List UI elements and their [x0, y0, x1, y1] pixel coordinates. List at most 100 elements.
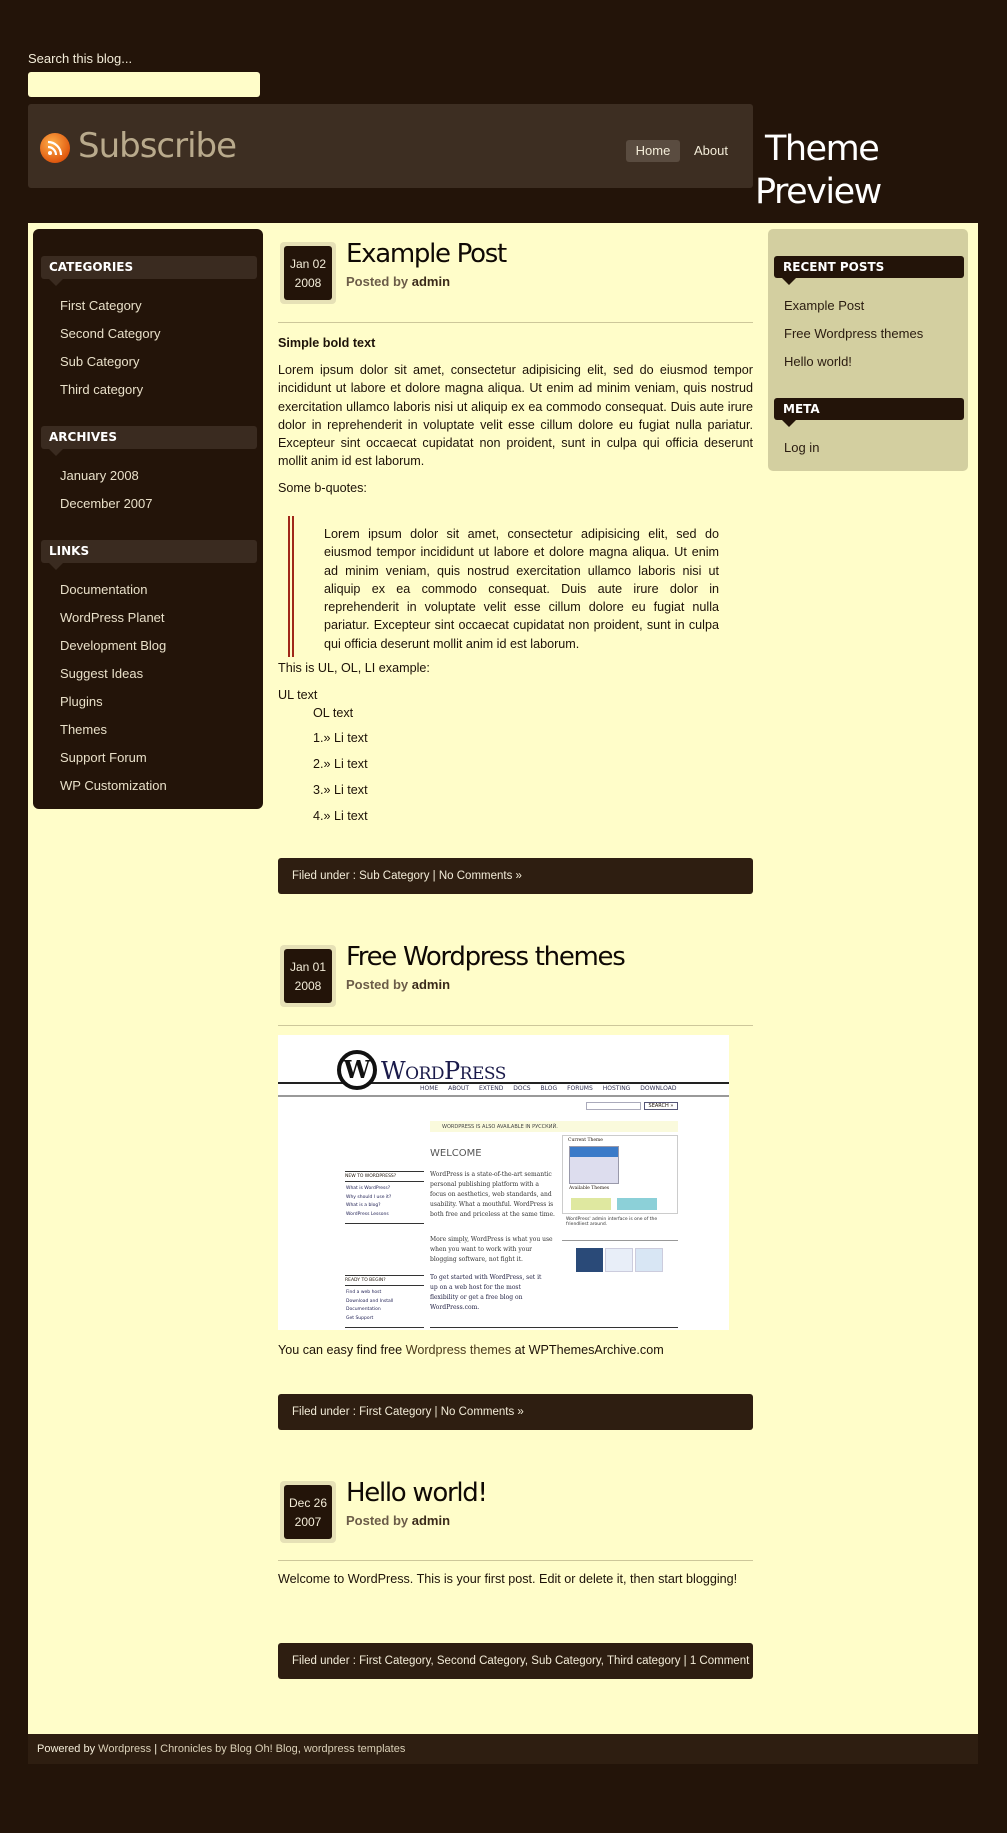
subscribe-link[interactable]: Subscribe	[78, 126, 237, 166]
byline-label: Posted by	[346, 274, 409, 289]
separator: |	[151, 1743, 161, 1755]
list-item: 1.» Li text	[313, 731, 368, 745]
list-item: 4.» Li text	[313, 809, 368, 823]
category-link[interactable]: Sub Category	[60, 354, 140, 369]
category-link[interactable]: Third category	[607, 1655, 681, 1667]
blockquote: Lorem ipsum dolor sit amet, consectetur …	[288, 516, 751, 658]
wp-banner: WORDPRESS IS ALSO AVAILABLE IN РУССКИЙ.	[430, 1121, 678, 1132]
ol-text: OL text	[313, 706, 354, 720]
site-title-line2: Preview	[755, 172, 882, 212]
post-footer: Filed under : Sub Category | No Comments…	[278, 858, 753, 894]
date-month-day: Jan 02	[289, 257, 327, 271]
category-link[interactable]: Third category	[60, 382, 143, 397]
date-year: 2008	[294, 276, 322, 290]
post-date: Jan 02 2008	[280, 242, 336, 304]
powered-by: Powered by	[37, 1743, 99, 1755]
comments-link[interactable]: No Comments »	[439, 870, 522, 882]
category-link[interactable]: First Category	[359, 1406, 431, 1418]
wp-new-title: NEW TO WORDPRESS?	[345, 1171, 424, 1182]
category-link[interactable]: Second Category	[60, 326, 160, 341]
wp-caption: WordPress' admin interface is one of the…	[566, 1217, 658, 1227]
nav-about[interactable]: About	[694, 140, 728, 162]
links-heading: LINKS	[41, 540, 257, 570]
divider	[278, 322, 753, 323]
recent-posts-heading: RECENT POSTS	[774, 256, 964, 285]
post-title[interactable]: Hello world!	[346, 1478, 488, 1508]
divider	[278, 1560, 753, 1561]
right-sidebar: RECENT POSTS Example Post Free Wordpress…	[768, 229, 968, 471]
post-text: You can easy find free Wordpress themes …	[278, 1343, 664, 1357]
recent-post-link[interactable]: Example Post	[784, 298, 864, 313]
wp-welcome: WELCOME	[430, 1148, 482, 1159]
comments-link[interactable]: No Comments »	[441, 1406, 524, 1418]
post-footer: Filed under : First Category, Second Cat…	[278, 1643, 753, 1679]
author-link[interactable]: admin	[412, 1513, 450, 1528]
blogroll-link[interactable]: WordPress Planet	[60, 610, 165, 625]
wp-more: More simply, WordPress is what you use w…	[430, 1236, 553, 1263]
date-month-day: Jan 01	[289, 960, 327, 974]
date-year: 2008	[294, 979, 322, 993]
post-date: Dec 26 2007	[280, 1481, 336, 1543]
author-link[interactable]: admin	[412, 977, 450, 992]
site-footer: Powered by Wordpress | Chronicles by Blo…	[28, 1734, 978, 1764]
blogroll-link[interactable]: Documentation	[60, 582, 147, 597]
category-link[interactable]: Sub Category	[359, 870, 429, 882]
recent-post-link[interactable]: Hello world!	[784, 354, 852, 369]
wordpress-logo-icon: W	[337, 1050, 377, 1090]
archive-link[interactable]: December 2007	[60, 496, 153, 511]
login-link[interactable]: Log in	[784, 440, 819, 455]
bold-text: Simple bold text	[278, 336, 376, 350]
post-title[interactable]: Free Wordpress themes	[346, 942, 626, 972]
wp-ready-links: Find a web host Download and Install Docum…	[346, 1290, 394, 1321]
wordpress-link[interactable]: Wordpress	[98, 1743, 151, 1755]
post-byline: Posted by admin	[346, 274, 450, 289]
site-title-line1: Theme	[765, 129, 880, 169]
wp-logo-text: WordPress	[381, 1057, 506, 1085]
nav-home[interactable]: Home	[626, 140, 680, 162]
wordpress-screenshot-image: W WordPress HOME ABOUT EXTEND DOCS BLOG …	[278, 1035, 729, 1330]
blogroll-link[interactable]: Plugins	[60, 694, 103, 709]
post-footer: Filed under : First Category | No Commen…	[278, 1394, 753, 1430]
comments-link[interactable]: 1 Comment »	[690, 1655, 753, 1667]
post-title[interactable]: Example Post	[346, 239, 507, 269]
themes-link[interactable]: Wordpress themes	[406, 1343, 511, 1357]
templates-link[interactable]: wordpress templates	[304, 1743, 406, 1755]
post-date: Jan 01 2008	[280, 945, 336, 1007]
separator: |	[680, 1655, 690, 1667]
date-month-day: Dec 26	[288, 1496, 328, 1510]
category-link[interactable]: First Category	[60, 298, 142, 313]
recent-post-link[interactable]: Free Wordpress themes	[784, 326, 923, 341]
site-title[interactable]: Theme Preview	[755, 128, 882, 214]
category-link[interactable]: Sub Category	[531, 1655, 600, 1667]
categories-heading: CATEGORIES	[41, 256, 257, 286]
wp-search-btn: SEARCH »	[644, 1102, 678, 1110]
post-paragraph: Welcome to WordPress. This is your first…	[278, 1572, 738, 1586]
post-paragraph: Lorem ipsum dolor sit amet, consectetur …	[278, 363, 753, 469]
wp-admin-preview: Current Theme Available Themes	[562, 1135, 678, 1214]
blogroll-link[interactable]: Development Blog	[60, 638, 166, 653]
author-link[interactable]: admin	[412, 274, 450, 289]
wp-start: To get started with WordPress, set it up…	[430, 1274, 542, 1311]
meta-heading: META	[774, 398, 964, 427]
divider	[278, 1025, 753, 1026]
category-link[interactable]: Second Category	[437, 1655, 525, 1667]
blogroll-link[interactable]: WP Customization	[60, 778, 167, 793]
list-item: 2.» Li text	[313, 757, 368, 771]
blogroll-link[interactable]: Themes	[60, 722, 107, 737]
byline-label: Posted by	[346, 1513, 409, 1528]
blogroll-link[interactable]: Suggest Ideas	[60, 666, 143, 681]
left-sidebar: CATEGORIES First Category Second Categor…	[33, 229, 263, 809]
archives-heading: ARCHIVES	[41, 426, 257, 456]
list-item: 3.» Li text	[313, 783, 368, 797]
filed-label: Filed under :	[292, 870, 360, 882]
blogroll-link[interactable]: Support Forum	[60, 750, 147, 765]
wp-new-links: What is WordPress? Why should I use it? Wh…	[346, 1186, 392, 1217]
theme-credit-link[interactable]: Chronicles by Blog Oh! Blog	[160, 1743, 298, 1755]
category-link[interactable]: First Category	[359, 1655, 430, 1667]
filed-label: Filed under :	[292, 1406, 360, 1418]
post-byline: Posted by admin	[346, 1513, 450, 1528]
rss-icon[interactable]	[40, 133, 70, 163]
search-input[interactable]	[28, 72, 260, 97]
archive-link[interactable]: January 2008	[60, 468, 139, 483]
separator: |	[431, 1406, 441, 1418]
